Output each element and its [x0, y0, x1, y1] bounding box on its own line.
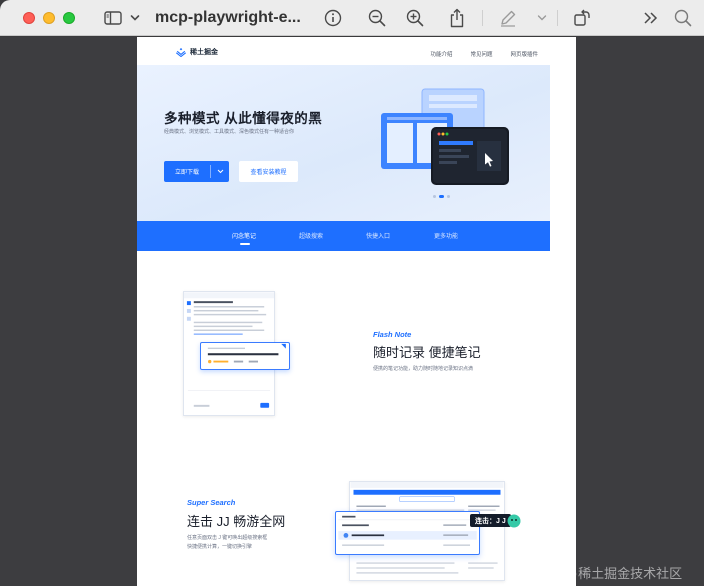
zoom-in-icon[interactable]: [404, 7, 426, 29]
search-icon[interactable]: [673, 7, 693, 29]
mascot-icon: [507, 514, 521, 528]
markup-pen-icon[interactable]: [497, 7, 519, 29]
hero-illustration: [381, 88, 509, 185]
juejin-logo-icon: [176, 48, 186, 57]
tab-flash-note[interactable]: 闪念笔记: [232, 231, 256, 240]
carousel-dot-active[interactable]: [439, 195, 444, 198]
share-icon[interactable]: [446, 7, 468, 29]
flash-note-title: 随时记录 便捷笔记: [373, 345, 481, 360]
watermark: @稀土掘金技术社区: [566, 566, 683, 581]
document-title: mcp-playwright-e...: [155, 9, 301, 26]
zoom-out-icon[interactable]: [366, 7, 388, 29]
site-nav: 稀土掘金 功能介绍 常见问题 网页版插件: [137, 42, 576, 64]
hero-subtitle: 经典模式、浏览模式、工具模式、深色模式任有一种适合你: [164, 129, 295, 135]
super-search-desc-2: 快捷便携计算，一键切换引擎: [187, 544, 253, 550]
tab-super-search[interactable]: 超级搜索: [299, 231, 323, 240]
site-logo[interactable]: 稀土掘金: [176, 47, 218, 57]
flash-note-popup-card: [200, 342, 290, 370]
double-j-shortcut-badge: 连击：J J: [470, 514, 511, 527]
install-guide-button[interactable]: 查看安装教程: [239, 161, 298, 182]
nav-link-faq[interactable]: 常见问题: [470, 50, 492, 58]
nav-link-features[interactable]: 功能介绍: [430, 50, 452, 58]
carousel-dot[interactable]: [447, 195, 450, 198]
super-search-kicker: Super Search: [187, 498, 236, 507]
hero-banner: 多种模式 从此懂得夜的黑 经典模式、浏览模式、工具模式、深色模式任有一种适合你 …: [137, 65, 550, 221]
carousel-dot[interactable]: [433, 195, 436, 198]
rotate-icon[interactable]: [571, 7, 593, 29]
super-search-popup: [335, 511, 480, 555]
carousel-dots: [433, 195, 450, 198]
download-button[interactable]: 立即下载: [164, 161, 229, 182]
super-search-desc-1: 任意页面双击 J 键可唤出超级搜索框: [187, 535, 268, 541]
active-tab-indicator: [240, 243, 250, 245]
window-toolbar: mcp-playwright-e...: [0, 0, 704, 36]
info-icon[interactable]: [322, 7, 344, 29]
tab-quick-entry[interactable]: 快捷入口: [366, 231, 390, 240]
close-button[interactable]: [23, 12, 35, 24]
sidebar-icon[interactable]: [103, 7, 123, 29]
zoom-button[interactable]: [63, 12, 75, 24]
site-nav-links: 功能介绍 常见问题 网页版插件: [430, 50, 538, 58]
document-canvas[interactable]: 稀土掘金 功能介绍 常见问题 网页版插件 多种模式 从此懂得夜的黑 经典模式、浏…: [0, 37, 704, 586]
feature-tab-strip: 闪念笔记 超级搜索 快捷入口 更多功能: [137, 221, 550, 251]
flash-note-desc: 便携的笔记功能，助力随时随地记录知识点滴: [373, 366, 474, 372]
super-search-title: 连击 JJ 畅游全网: [187, 514, 286, 529]
minimize-button[interactable]: [43, 12, 55, 24]
download-button-label: 立即下载: [174, 170, 199, 176]
chevron-down-icon[interactable]: [129, 7, 141, 29]
nav-link-web-plugin[interactable]: 网页版插件: [510, 50, 538, 58]
chevron-down-icon[interactable]: [536, 7, 548, 29]
tab-more-features[interactable]: 更多功能: [434, 231, 458, 240]
more-chevron-icon[interactable]: [641, 7, 661, 29]
chevron-down-icon[interactable]: [211, 169, 229, 174]
pdf-page: 稀土掘金 功能介绍 常见问题 网页版插件 多种模式 从此懂得夜的黑 经典模式、浏…: [137, 37, 576, 586]
flash-note-kicker: Flash Note: [373, 330, 412, 339]
logo-text: 稀土掘金: [190, 49, 218, 56]
hero-title: 多种模式 从此懂得夜的黑: [164, 111, 323, 126]
